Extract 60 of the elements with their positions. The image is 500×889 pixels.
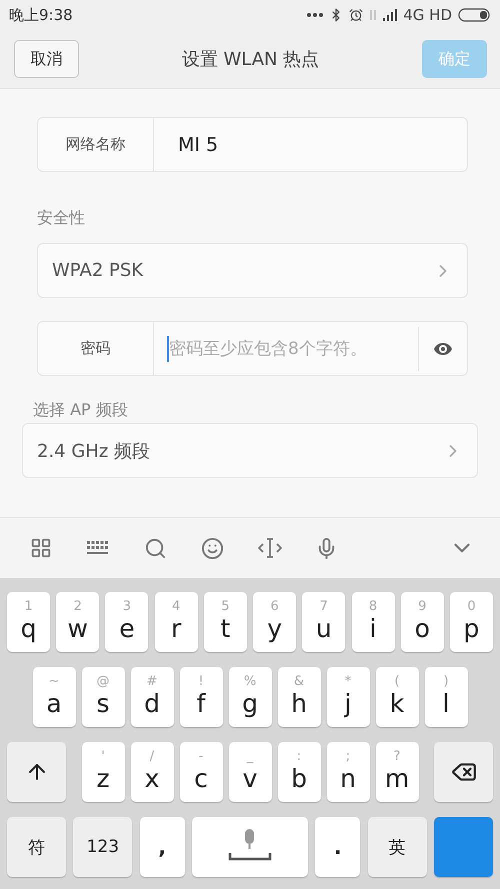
keyboard-key[interactable]: - c — [180, 742, 222, 802]
keyboard-icon[interactable] — [87, 541, 109, 555]
keyboard-key[interactable]: 5 t — [204, 592, 247, 652]
shift-key[interactable] — [7, 742, 66, 802]
keyboard-key[interactable]: ( k — [376, 667, 418, 727]
keyboard-key[interactable]: 符 — [7, 817, 66, 877]
selector-value: WPA2 PSK — [51, 260, 144, 281]
field-value: MI 5 — [177, 134, 220, 156]
keyboard-key[interactable]: @ s — [82, 667, 124, 727]
selector-value: 2.4 GHz 频段 — [36, 440, 152, 462]
grid-icon[interactable] — [30, 537, 52, 559]
keyboard-key[interactable]: 2 w — [56, 592, 100, 652]
alarm-icon — [349, 8, 364, 22]
page-title: 设置 WLAN 热点 — [182, 48, 320, 71]
keyboard-key[interactable]: & h — [278, 667, 320, 727]
keyboard-key[interactable]: # d — [130, 667, 174, 727]
field-label: 密码 — [38, 322, 154, 375]
keyboard-key[interactable]: 7 u — [302, 592, 346, 652]
keyboard-key[interactable]: ! f — [180, 667, 222, 727]
keyboard-key[interactable]: ; n — [326, 742, 370, 802]
text-cursor — [167, 336, 169, 362]
keyboard-key[interactable]: . — [315, 817, 360, 877]
keyboard-key[interactable]: ) l — [424, 667, 468, 727]
network-type: 4G HD — [403, 6, 452, 24]
battery-icon — [458, 8, 490, 22]
keyboard-key[interactable]: _ v — [228, 742, 272, 802]
space-key[interactable] — [192, 817, 308, 877]
keyboard-key[interactable]: 123 — [73, 817, 132, 877]
section-label: 选择 AP 频段 — [33, 400, 129, 421]
cursor-move-icon[interactable] — [258, 537, 282, 559]
keyboard-key[interactable]: % g — [228, 667, 272, 727]
keyboard-key[interactable]: * j — [326, 667, 370, 727]
keyboard-key[interactable]: ? m — [376, 742, 418, 802]
band-selector[interactable]: 2.4 GHz 频段 — [22, 423, 478, 478]
status-time: 晚上9:38 — [9, 6, 73, 24]
keyboard-key[interactable]: / x — [130, 742, 174, 802]
keyboard-key[interactable]: 1 q — [7, 592, 50, 652]
keyboard-key[interactable]: ' z — [82, 742, 124, 802]
keyboard-key[interactable]: 3 e — [105, 592, 148, 652]
keyboard-key[interactable]: 8 i — [352, 592, 395, 652]
search-icon[interactable] — [144, 536, 167, 560]
cancel-button[interactable]: 取消 — [14, 40, 79, 78]
keyboard-key[interactable]: 英 — [368, 817, 427, 877]
keyboard-key[interactable]: 9 o — [400, 592, 444, 652]
keyboard-key[interactable]: 4 r — [154, 592, 198, 652]
password-input[interactable]: 密码至少应包含8个字符。 — [169, 338, 418, 358]
keyboard-key[interactable]: : b — [278, 742, 320, 802]
backspace-key[interactable] — [434, 742, 493, 802]
signal-icon — [383, 9, 398, 21]
more-dots-icon — [307, 13, 324, 17]
smile-icon[interactable] — [201, 536, 224, 560]
keyboard-key[interactable]: , — [140, 817, 185, 877]
section-label: 安全性 — [37, 208, 86, 229]
security-selector[interactable]: WPA2 PSK — [37, 243, 468, 298]
keyboard-key[interactable]: 6 y — [253, 592, 296, 652]
keyboard-key[interactable]: 0 p — [450, 592, 493, 652]
data-arrows-icon — [369, 9, 378, 21]
keyboard-key[interactable]: ~ a — [32, 667, 76, 727]
network-name-field[interactable]: 网络名称 MI 5 — [37, 117, 468, 172]
field-label: 网络名称 — [38, 118, 154, 171]
